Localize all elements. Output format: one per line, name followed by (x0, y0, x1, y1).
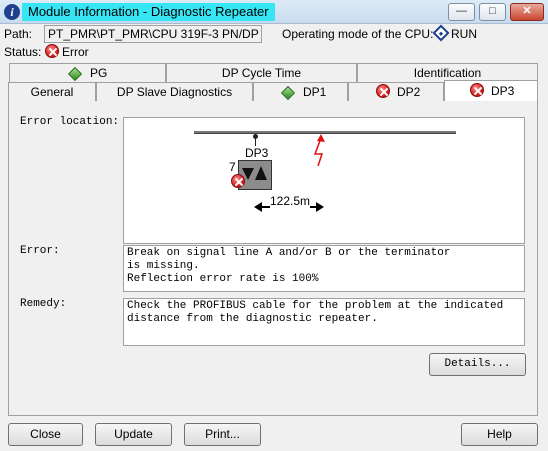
error-line: is missing. (127, 260, 200, 272)
tab-pg-label: PG (90, 66, 108, 80)
tab-dp3[interactable]: DP3 (444, 80, 538, 101)
close-window-button[interactable]: ✕ (510, 3, 544, 21)
maximize-button[interactable]: □ (479, 3, 506, 21)
window-title: Module Information - Diagnostic Repeater (22, 3, 275, 21)
error-label: Error: (20, 245, 60, 257)
operating-mode-value: RUN (451, 27, 477, 41)
details-button[interactable]: Details... (429, 353, 526, 376)
tab-general[interactable]: General (8, 82, 96, 101)
close-button[interactable]: Close (8, 423, 83, 446)
error-icon (470, 83, 484, 97)
tab-dp-slave-diagnostics-label: DP Slave Diagnostics (116, 85, 233, 99)
error-icon (231, 174, 245, 188)
distance-value: 122.5m (270, 194, 311, 208)
error-icon (45, 44, 59, 58)
tab-dp2-label: DP2 (397, 85, 421, 99)
status-value: Error (62, 45, 89, 59)
slave-arrow-up-icon (255, 166, 267, 180)
path-field: PT_PMR\PT_PMR\CPU 319F-3 PN/DP (44, 25, 262, 43)
remedy-line: Check the PROFIBUS cable for the problem… (127, 300, 504, 312)
slave-number: 7 (229, 160, 236, 174)
ok-diamond-icon (67, 66, 83, 82)
operating-mode-label: Operating mode of the CPU: (282, 27, 434, 41)
tab-general-label: General (30, 85, 74, 99)
error-line: Reflection error rate is 100% (127, 273, 319, 285)
ok-diamond-icon (280, 85, 296, 101)
tab-dp-cycle-time[interactable]: DP Cycle Time (166, 63, 357, 82)
title-bar: i Module Information - Diagnostic Repeat… (0, 0, 548, 24)
remedy-label: Remedy: (20, 298, 67, 310)
status-label: Status: (4, 45, 42, 59)
tab-dp1-label: DP1 (303, 85, 327, 99)
tab-dp2[interactable]: DP2 (348, 82, 444, 101)
info-icon: i (4, 4, 20, 20)
tab-dp1[interactable]: DP1 (253, 82, 348, 101)
print-button[interactable]: Print... (184, 423, 261, 446)
remedy-line: distance from the diagnostic repeater. (127, 313, 378, 325)
update-button[interactable]: Update (95, 423, 172, 446)
error-text: Break on signal line A and/or B or the t… (123, 245, 525, 292)
remedy-text: Check the PROFIBUS cable for the problem… (123, 298, 525, 346)
tab-dp-slave-diagnostics[interactable]: DP Slave Diagnostics (96, 82, 253, 101)
run-diamond-icon (432, 24, 450, 42)
error-location-label: Error location: (20, 116, 120, 128)
minimize-button[interactable]: — (448, 3, 475, 21)
path-label: Path: (4, 27, 33, 41)
fault-lightning-icon (313, 134, 325, 167)
tab-dp-cycle-time-label: DP Cycle Time (221, 66, 302, 80)
tab-identification-label: Identification (413, 66, 482, 80)
error-icon (376, 84, 390, 98)
bus-junction (253, 134, 258, 139)
tab-pg[interactable]: PG (9, 63, 166, 82)
tab-dp3-label: DP3 (491, 84, 515, 98)
error-line: Break on signal line A and/or B or the t… (127, 247, 451, 259)
help-button[interactable]: Help (461, 423, 538, 446)
slave-name: DP3 (245, 146, 269, 160)
